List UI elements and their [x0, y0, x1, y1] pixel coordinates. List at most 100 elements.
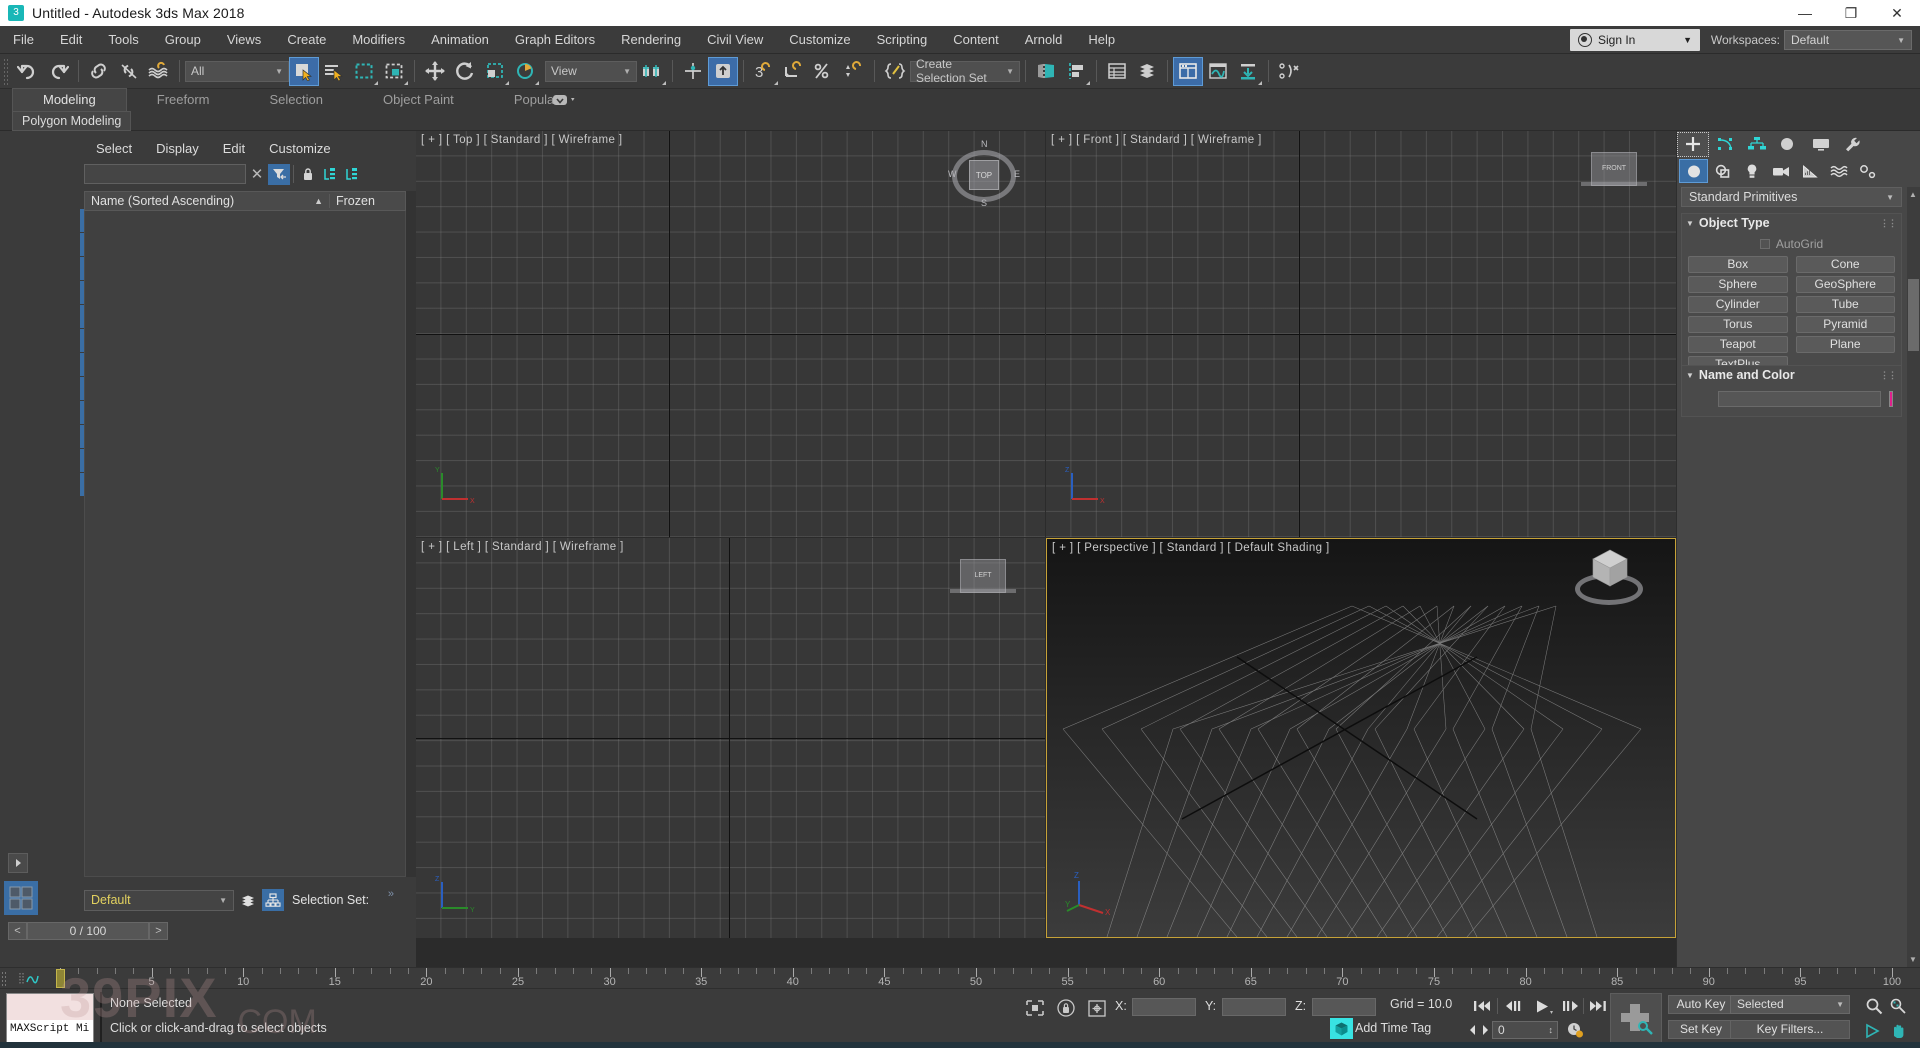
- ribbon-tab-selection[interactable]: Selection: [240, 89, 353, 111]
- ribbon-tab-freeform[interactable]: Freeform: [127, 89, 240, 111]
- timeline-curve-icon[interactable]: [18, 971, 40, 986]
- explorer-menu-customize[interactable]: Customize: [257, 141, 342, 156]
- layer-explorer-icon[interactable]: [1102, 57, 1132, 86]
- create-teapot-button[interactable]: Teapot: [1688, 336, 1788, 353]
- use-pivot-point-center-icon[interactable]: [637, 57, 667, 86]
- menu-group[interactable]: Group: [152, 26, 214, 54]
- timeline-grip[interactable]: [1, 971, 7, 986]
- ribbon-tab-object-paint[interactable]: Object Paint: [353, 89, 484, 111]
- create-plane-button[interactable]: Plane: [1795, 336, 1895, 353]
- key-mode-toggle-icon[interactable]: [1468, 1020, 1490, 1040]
- menu-create[interactable]: Create: [274, 26, 339, 54]
- toolbar-grip[interactable]: [3, 57, 10, 85]
- column-header-frozen[interactable]: Frozen: [329, 194, 405, 208]
- command-panel-scroll-thumb[interactable]: [1908, 279, 1919, 351]
- menu-graph-editors[interactable]: Graph Editors: [502, 26, 608, 54]
- viewport-top[interactable]: [ + ] [ Top ] [ Standard ] [ Wireframe ]…: [416, 131, 1045, 537]
- create-geosphere-button[interactable]: GeoSphere: [1795, 276, 1895, 293]
- explorer-menu-select[interactable]: Select: [84, 141, 144, 156]
- command-panel-scrollbar[interactable]: ▲ ▼: [1907, 187, 1920, 967]
- goto-start-button[interactable]: [1470, 996, 1494, 1016]
- material-editor-icon[interactable]: [1173, 56, 1203, 86]
- viewport-label-left[interactable]: [ + ] [ Left ] [ Standard ] [ Wireframe …: [421, 541, 624, 553]
- snaps-3d-icon[interactable]: 3: [749, 57, 779, 86]
- filter-selection-icon[interactable]: [268, 163, 290, 185]
- scene-explorer-icon[interactable]: [1132, 57, 1162, 86]
- frame-counter[interactable]: 0 / 100: [27, 921, 149, 940]
- maxscript-mini-listener[interactable]: MAXScript Mi: [6, 993, 94, 1043]
- menu-scripting[interactable]: Scripting: [864, 26, 941, 54]
- snaps-toggle-icon[interactable]: [708, 56, 738, 86]
- lights-subtab[interactable]: [1737, 159, 1766, 183]
- menu-help[interactable]: Help: [1075, 26, 1128, 54]
- ribbon-panel-polygon-modeling[interactable]: Polygon Modeling: [12, 111, 132, 131]
- menu-arnold[interactable]: Arnold: [1012, 26, 1076, 54]
- scene-explorer-toggle-icon[interactable]: [262, 889, 284, 911]
- display-tab[interactable]: [1805, 132, 1837, 157]
- menu-file[interactable]: File: [0, 26, 47, 54]
- create-torus-button[interactable]: Torus: [1688, 316, 1788, 333]
- window-crossing-toggle-icon[interactable]: [379, 57, 409, 86]
- menu-views[interactable]: Views: [214, 26, 274, 54]
- workspace-dropdown[interactable]: Default ▼: [1784, 30, 1912, 50]
- menu-customize[interactable]: Customize: [776, 26, 863, 54]
- collapse-all-icon[interactable]: [341, 164, 363, 185]
- render-setup-icon[interactable]: [1274, 57, 1304, 86]
- create-tube-button[interactable]: Tube: [1795, 296, 1895, 313]
- redo-icon[interactable]: [43, 57, 73, 86]
- key-mode-dropdown[interactable]: Selected ▼: [1730, 995, 1850, 1014]
- prev-frame-button[interactable]: <: [8, 921, 27, 940]
- viewport-label-perspective[interactable]: [ + ] [ Perspective ] [ Standard ] [ Def…: [1052, 542, 1330, 554]
- helpers-subtab[interactable]: [1795, 159, 1824, 183]
- create-cylinder-button[interactable]: Cylinder: [1688, 296, 1788, 313]
- zoom-icon[interactable]: [1862, 995, 1885, 1017]
- curve-editor-icon[interactable]: [1203, 57, 1233, 86]
- select-and-rotate-icon[interactable]: [450, 57, 480, 86]
- set-key-button[interactable]: Set Key: [1668, 1020, 1734, 1039]
- coord-y-input[interactable]: [1222, 998, 1286, 1016]
- geometry-subtab[interactable]: [1679, 159, 1708, 183]
- selection-filter-dropdown[interactable]: All ▼: [185, 60, 289, 82]
- autogrid-row[interactable]: AutoGrid: [1688, 235, 1895, 256]
- sort-ascending-icon[interactable]: ▲: [314, 196, 329, 206]
- menu-animation[interactable]: Animation: [418, 26, 502, 54]
- field-of-view-icon[interactable]: [1862, 1020, 1885, 1042]
- create-sphere-button[interactable]: Sphere: [1688, 276, 1788, 293]
- current-frame-field[interactable]: 0 ↕: [1492, 1021, 1558, 1039]
- auto-key-button[interactable]: Auto Key: [1668, 995, 1734, 1014]
- explorer-menu-edit[interactable]: Edit: [211, 141, 257, 156]
- scroll-up-icon[interactable]: ▲: [1909, 190, 1917, 199]
- close-icon[interactable]: ✕: [1874, 0, 1920, 26]
- select-by-name-icon[interactable]: [319, 57, 349, 86]
- time-configuration-icon[interactable]: [1564, 1020, 1586, 1040]
- hierarchy-tab[interactable]: [1741, 132, 1773, 157]
- goto-end-button[interactable]: [1586, 996, 1610, 1016]
- create-pyramid-button[interactable]: Pyramid: [1795, 316, 1895, 333]
- modify-tab[interactable]: [1709, 132, 1741, 157]
- mirror-icon[interactable]: [1031, 57, 1061, 86]
- space-warps-subtab[interactable]: [1824, 159, 1853, 183]
- undo-icon[interactable]: [13, 57, 43, 86]
- scroll-down-icon[interactable]: ▼: [1909, 955, 1917, 964]
- set-keys-button[interactable]: [1610, 993, 1662, 1043]
- shapes-subtab[interactable]: [1708, 159, 1737, 183]
- systems-subtab[interactable]: [1853, 159, 1882, 183]
- absolute-relative-mode-icon[interactable]: [1086, 998, 1108, 1018]
- menu-rendering[interactable]: Rendering: [608, 26, 694, 54]
- coord-x-input[interactable]: [1132, 998, 1196, 1016]
- coord-z-input[interactable]: [1312, 998, 1376, 1016]
- selection-set-overflow[interactable]: »: [388, 888, 394, 900]
- add-time-tag-label[interactable]: Add Time Tag: [1355, 1021, 1431, 1035]
- select-and-link-icon[interactable]: [84, 57, 114, 86]
- viewport-perspective[interactable]: [ + ] [ Perspective ] [ Standard ] [ Def…: [1046, 538, 1676, 938]
- reference-coordinate-dropdown[interactable]: View ▼: [545, 60, 637, 82]
- select-and-place-icon[interactable]: [510, 57, 540, 86]
- explorer-scrollbar[interactable]: [406, 191, 416, 877]
- rollout-header-name-and-color[interactable]: ▼ Name and Color ⋮⋮: [1682, 366, 1901, 384]
- spinner-icon[interactable]: ↕: [1549, 1021, 1554, 1039]
- object-color-swatch[interactable]: [1889, 391, 1893, 407]
- ribbon-minimize-icon[interactable]: [552, 91, 582, 109]
- align-icon[interactable]: [1061, 57, 1091, 86]
- clear-search-icon[interactable]: ✕: [246, 165, 268, 183]
- bind-to-space-warp-icon[interactable]: [144, 57, 174, 86]
